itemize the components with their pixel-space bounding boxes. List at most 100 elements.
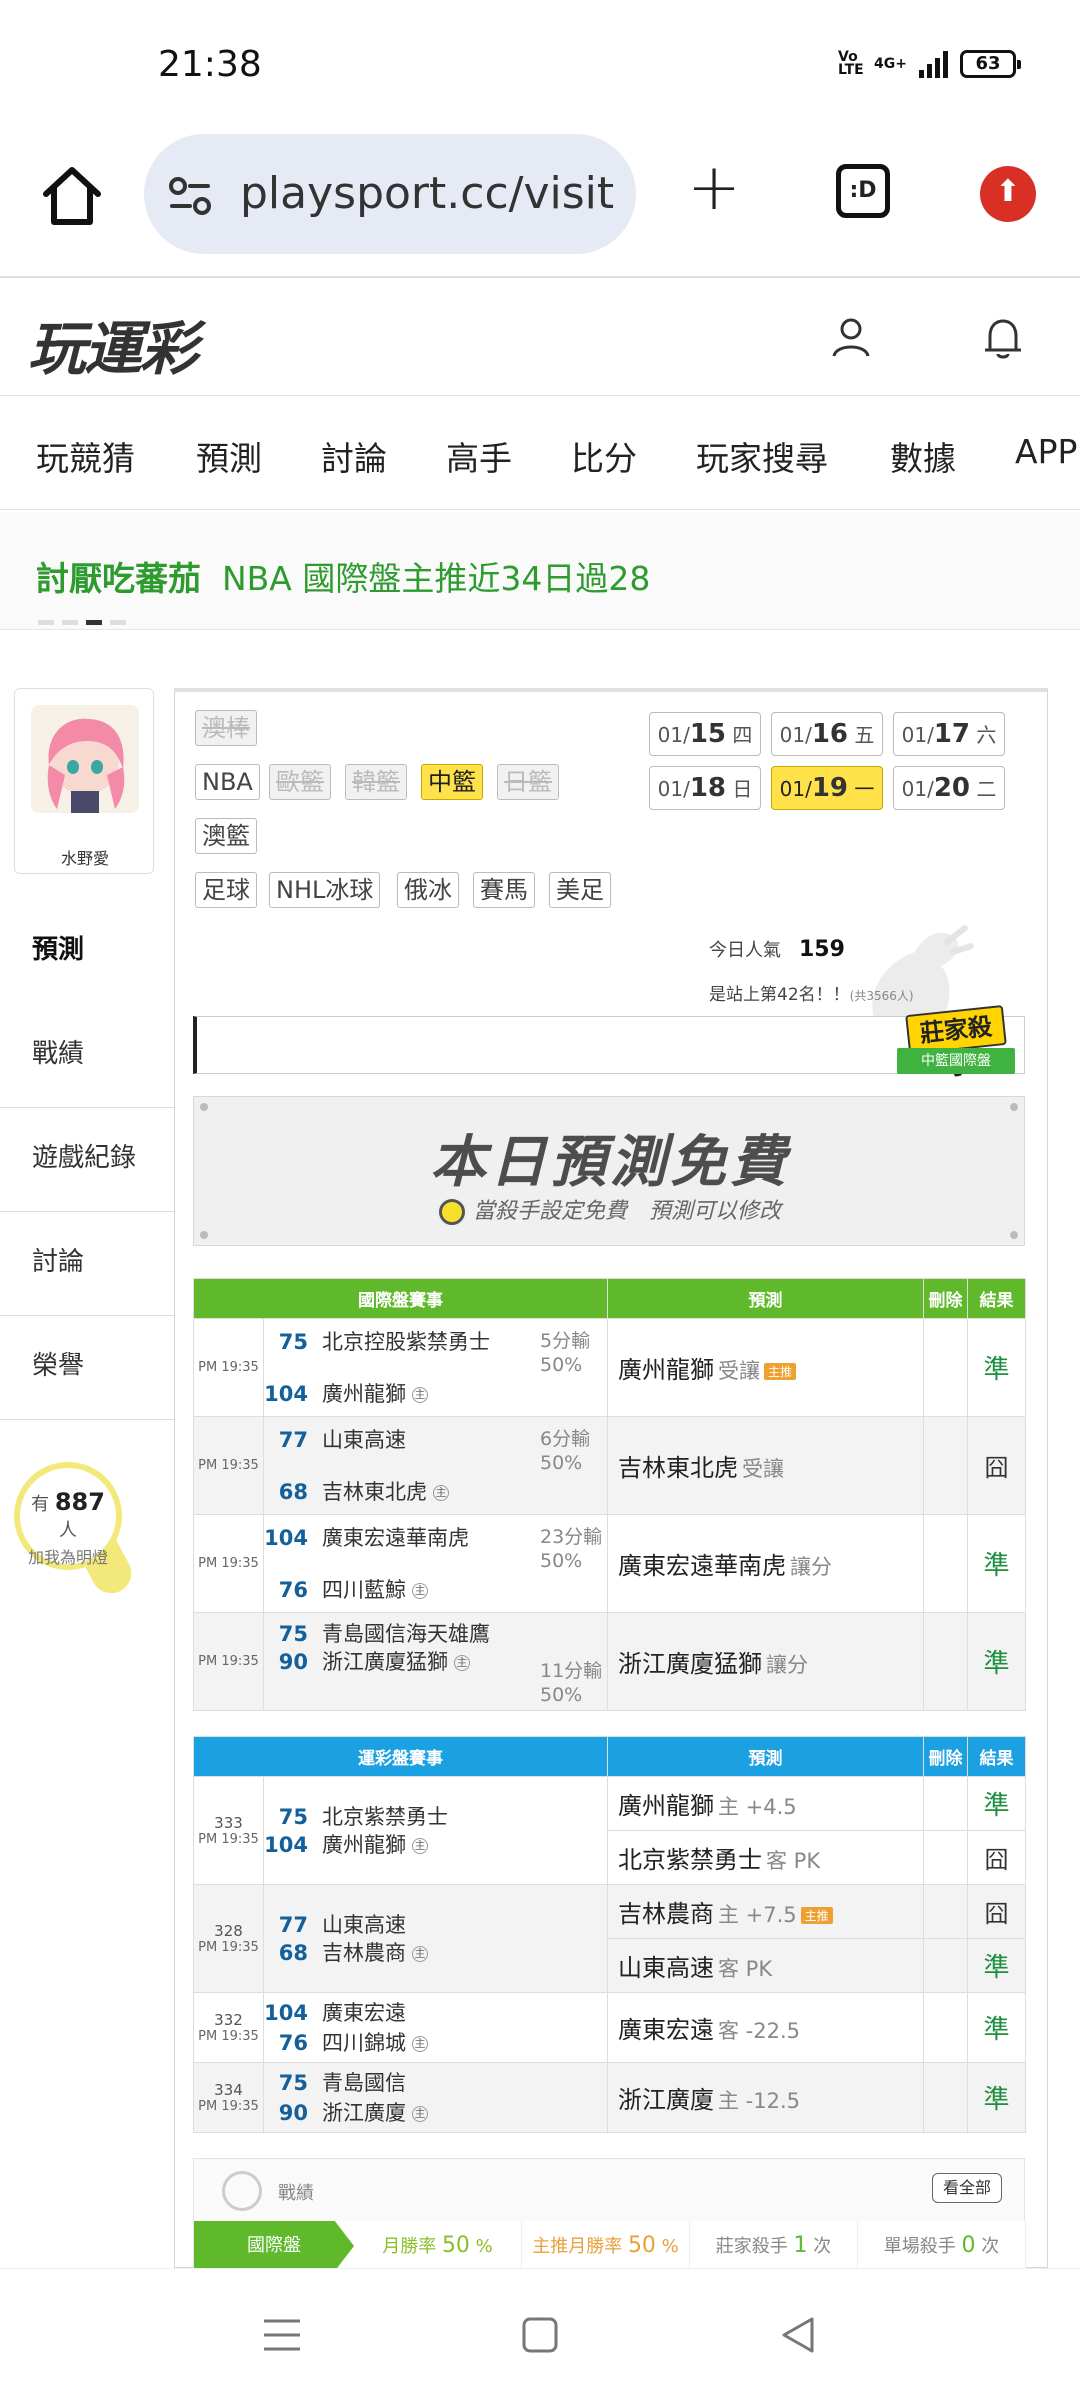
follow-lightbulb[interactable]: 有 887 人 加我為明燈 [14, 1462, 122, 1570]
table-row: PM 19:35 75 青島國信海天雄鷹 90 浙江廣廈猛獅主 11分輸 50% 浙江… [193, 1612, 1026, 1711]
result-hit: 準 [967, 2062, 1026, 2133]
avatar [31, 705, 139, 813]
league-chip-euro-basketball[interactable]: 歐籃 [269, 764, 331, 800]
volte-icon: Vo LTE [838, 49, 864, 78]
date-button-selected[interactable]: 01/19 一 [771, 766, 883, 810]
nav-experts[interactable]: 高手 [446, 432, 512, 480]
site-settings-icon[interactable] [168, 174, 212, 218]
lightbulb-icon [438, 1199, 465, 1225]
system-nav-bar [0, 2268, 1080, 2400]
news-ticker[interactable]: 討厭吃蕃茄 NBA 國際盤主推近34日過28 [0, 512, 1080, 630]
banner-subtitle: 當殺手設定免費 預測可以修改 [194, 1193, 1026, 1225]
prediction-pick: 山東高速客 PK [607, 1938, 924, 1993]
result-miss: 囧 [967, 1830, 1026, 1885]
date-button[interactable]: 01/17 六 [893, 712, 1005, 756]
nav-app[interactable]: APP [1015, 432, 1077, 471]
delete-cell[interactable] [923, 1416, 968, 1515]
result-hit: 準 [967, 1938, 1026, 1993]
new-tab-icon[interactable]: + [684, 156, 744, 220]
browser-toolbar: playsport.cc/visit + :D ⬆ [0, 130, 1080, 278]
table-row: 332 PM 19:35 104 廣東宏遠 76 四川錦城主 廣東宏遠客 -22.5 準 [193, 1992, 1026, 2063]
site-logo[interactable]: 玩運彩 [28, 302, 198, 386]
delete-cell[interactable] [923, 1938, 968, 1993]
menu-icon[interactable] [262, 2315, 302, 2355]
league-chip-nhl[interactable]: NHL冰球 [269, 872, 381, 908]
today-popularity: 今日人氣 159 [709, 937, 845, 962]
league-chip-aus-baseball[interactable]: 澳棒 [195, 710, 257, 746]
prediction-pick: 吉林農商主 +7.5 主推 [607, 1884, 924, 1939]
result-hit: 準 [967, 1776, 1026, 1831]
signal-icon [919, 50, 948, 78]
league-chip-horse-racing[interactable]: 賽馬 [473, 872, 535, 908]
prediction-pick: 北京紫禁勇士客 PK [607, 1830, 924, 1885]
nav-scores[interactable]: 比分 [571, 432, 637, 480]
fans-count: 887 [54, 1488, 105, 1516]
killer-badge: 莊家殺手 中籃國際盤 [897, 1004, 1015, 1081]
address-bar[interactable]: playsport.cc/visit [144, 134, 636, 254]
table-row: PM 19:35 104 廣東宏遠華南虎 76 四川藍鯨主 23分輸 50% 廣東宏遠… [193, 1514, 1026, 1613]
league-chip-aus-basketball[interactable]: 澳籃 [195, 818, 257, 854]
result-hit: 準 [967, 1992, 1026, 2063]
league-chip-japan-basketball[interactable]: 日籃 [497, 764, 559, 800]
free-prediction-banner: 本日預測免費 當殺手設定免費 預測可以修改 [193, 1096, 1025, 1246]
date-button[interactable]: 01/15 四 [649, 712, 761, 756]
nav-discuss[interactable]: 討論 [321, 432, 387, 480]
battery-icon: 63 [960, 50, 1021, 78]
table-header: 運彩盤賽事 預測 刪除 結果 [193, 1736, 1026, 1777]
home-icon[interactable] [36, 160, 108, 232]
banner-title: 本日預測免費 [430, 1130, 790, 1195]
table-header: 國際盤賽事 預測 刪除 結果 [193, 1278, 1026, 1319]
main-pick-win-rate: 主推月勝率 50 % [522, 2221, 690, 2271]
back-icon[interactable] [778, 2315, 818, 2355]
prediction-pick: 浙江廣廈猛獅 讓分 [607, 1612, 924, 1711]
delete-cell[interactable] [923, 1992, 968, 2063]
url-text: playsport.cc/visit [240, 168, 615, 219]
profile-card[interactable]: 水野愛 [14, 688, 154, 874]
follow-cta: 加我為明燈 [27, 1548, 108, 1567]
menu-predict[interactable]: 預測 [0, 900, 174, 1004]
home-square-icon[interactable] [520, 2315, 560, 2355]
result-hit: 準 [967, 1318, 1026, 1417]
delete-cell[interactable] [923, 2062, 968, 2133]
delete-cell[interactable] [923, 1830, 968, 1885]
result-miss: 囧 [967, 1416, 1026, 1515]
user-icon[interactable] [830, 316, 872, 358]
table-row: PM 19:35 75 北京控股紫禁勇士 104 廣州龍獅主 5分輸 50% 廣州龍獅… [193, 1318, 1026, 1417]
menu-game-log[interactable]: 遊戲紀錄 [0, 1108, 174, 1212]
site-rank: 是站上第42名！！(共3566人) [709, 985, 914, 1005]
tab-switcher-button[interactable]: :D [836, 164, 890, 218]
menu-record[interactable]: 戰績 [0, 1004, 174, 1108]
nav-play-guess[interactable]: 玩競猜 [36, 432, 135, 480]
table-row: PM 19:35 77 山東高速 68 吉林東北虎主 6分輸 50% 吉林東北虎 受讓 … [193, 1416, 1026, 1515]
delete-cell[interactable] [923, 1776, 968, 1831]
league-chip-nba[interactable]: NBA [195, 764, 260, 800]
status-icons: Vo LTE 4G+ 63 [838, 49, 1021, 78]
delete-cell[interactable] [923, 1884, 968, 1939]
menu-honors[interactable]: 榮譽 [0, 1316, 174, 1420]
delete-cell[interactable] [923, 1514, 968, 1613]
date-button[interactable]: 01/16 五 [771, 712, 883, 756]
date-button[interactable]: 01/20 二 [893, 766, 1005, 810]
league-chip-russia-hockey[interactable]: 俄冰 [397, 872, 459, 908]
record-tab-intl[interactable]: 國際盤 [194, 2221, 354, 2271]
nav-player-search[interactable]: 玩家搜尋 [696, 432, 828, 480]
date-button[interactable]: 01/18 日 [649, 766, 761, 810]
ticker-text[interactable]: 討厭吃蕃茄 NBA 國際盤主推近34日過28 [36, 552, 650, 600]
result-miss: 囧 [967, 1884, 1026, 1939]
delete-cell[interactable] [923, 1612, 968, 1711]
nav-data[interactable]: 數據 [890, 432, 956, 480]
status-time: 21:38 [158, 44, 262, 85]
league-chip-china-basketball[interactable]: 中籃 [421, 764, 483, 800]
league-chip-american-football[interactable]: 美足 [549, 872, 611, 908]
menu-discuss[interactable]: 討論 [0, 1212, 174, 1316]
view-all-button[interactable]: 看全部 [931, 2173, 1002, 2203]
update-arrow-icon[interactable]: ⬆ [980, 166, 1036, 222]
bell-icon[interactable] [982, 316, 1024, 360]
prediction-panel: 澳棒 NBA 歐籃 韓籃 中籃 日籃 澳籃 足球 NHL冰球 俄冰 賽馬 美足 … [174, 688, 1048, 2271]
target-icon [222, 2171, 262, 2211]
league-chip-korea-basketball[interactable]: 韓籃 [345, 764, 407, 800]
prediction-pick: 浙江廣廈主 -12.5 [607, 2062, 924, 2133]
nav-predict[interactable]: 預測 [196, 432, 262, 480]
delete-cell[interactable] [923, 1318, 968, 1417]
league-chip-soccer[interactable]: 足球 [195, 872, 257, 908]
